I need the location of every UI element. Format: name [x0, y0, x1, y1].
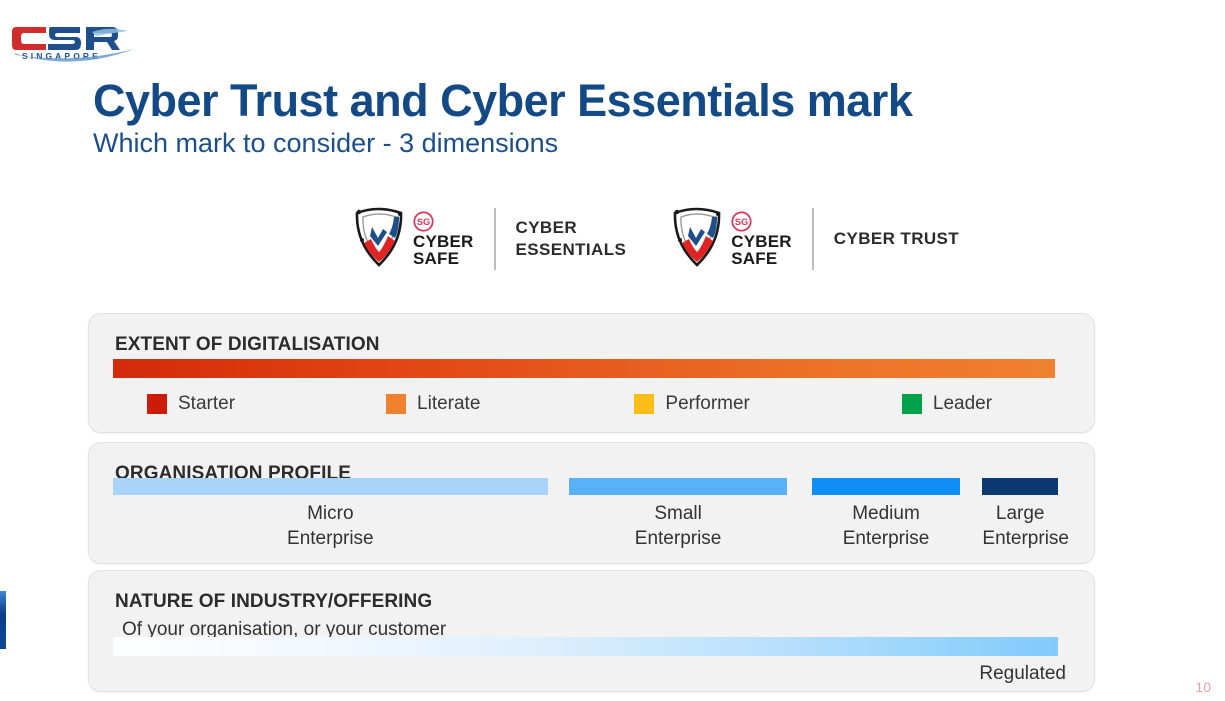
organisation-profile-label: Small Enterprise	[569, 501, 786, 551]
cyber-safe-shield-icon	[668, 203, 726, 275]
cyber-safe-line1: CYBER	[731, 231, 792, 251]
left-edge-accent-bar	[0, 591, 6, 649]
legend-swatch	[147, 394, 167, 414]
organisation-label-line1: Small	[654, 503, 702, 524]
sg-roundel-label: SG	[417, 217, 430, 227]
csa-singapore-logo: SINGAPORE	[8, 20, 140, 64]
organisation-profile-bar	[113, 478, 548, 495]
sg-roundel-icon: SG	[731, 211, 792, 233]
badge-divider	[811, 208, 814, 270]
legend-item: Starter	[147, 393, 235, 415]
cyber-safe-mark: SG CYBER SAFE	[350, 203, 474, 275]
cyber-safe-line2: SAFE	[413, 249, 460, 268]
title-block: Cyber Trust and Cyber Essentials mark Wh…	[93, 78, 1153, 159]
organisation-profile-labels: Micro Enterprise Small Enterprise Medium Ente…	[113, 501, 1069, 553]
panel-heading: EXTENT OF DIGITALISATION	[115, 334, 380, 355]
organisation-label-line2: Enterprise	[287, 528, 374, 550]
organisation-label-line2: Enterprise	[842, 528, 930, 550]
legend-label: Leader	[932, 393, 993, 414]
scheme-name-cyber-trust: CYBER TRUST	[833, 229, 960, 249]
page-title: Cyber Trust and Cyber Essentials mark	[93, 75, 913, 126]
legend-label: Literate	[417, 393, 481, 414]
organisation-label-line2: Enterprise	[982, 528, 1069, 550]
organisation-label-line2: Enterprise	[634, 528, 722, 550]
panel-heading: NATURE OF INDUSTRY/OFFERING	[115, 591, 433, 612]
organisation-profile-bars	[113, 478, 1058, 495]
panel-nature-of-industry: NATURE OF INDUSTRY/OFFERING Of your orga…	[88, 570, 1095, 692]
panel-organisation-profile: ORGANISATION PROFILE Micro Enterprise Smal…	[88, 442, 1095, 564]
legend-swatch	[634, 394, 655, 414]
badge-cyber-essentials: SG CYBER SAFE CYBER ESSENTIALS	[350, 203, 626, 275]
cyber-safe-line1: CYBER	[413, 231, 474, 251]
scheme-name-cyber-essentials: CYBER ESSENTIALS	[515, 218, 627, 259]
organisation-profile-label: Medium Enterprise	[812, 501, 959, 551]
legend-item: Performer	[634, 393, 750, 415]
organisation-profile-label: Micro Enterprise	[113, 501, 548, 551]
organisation-profile-bar	[812, 478, 960, 495]
industry-regulated-label: Regulated	[979, 663, 1066, 684]
organisation-label-line1: Micro	[307, 503, 354, 524]
legend-label: Performer	[665, 393, 750, 414]
panel-extent-of-digitalisation: EXTENT OF DIGITALISATION Starter Literate…	[88, 313, 1095, 433]
legend-swatch	[386, 394, 407, 414]
digitalisation-gradient-bar	[113, 359, 1055, 378]
cyber-safe-shield-icon	[350, 203, 408, 275]
sg-roundel-icon: SG	[413, 211, 474, 233]
badge-cyber-trust: SG CYBER SAFE CYBER TRUST	[668, 203, 959, 275]
cyber-safe-mark: SG CYBER SAFE	[668, 203, 792, 275]
organisation-profile-label: Large Enterprise	[982, 501, 1069, 551]
digitalisation-legend: Starter Literate Performer Leader	[147, 393, 1067, 415]
cyber-safe-line2: SAFE	[731, 249, 778, 268]
badge-divider	[493, 208, 496, 270]
page-number: 10	[1195, 679, 1211, 695]
industry-gradient-bar	[113, 637, 1058, 656]
cyber-safe-wordmark: SG CYBER SAFE	[731, 211, 792, 268]
certification-badge-row: SG CYBER SAFE CYBER ESSENTIALS SG CYBER …	[350, 203, 959, 275]
organisation-profile-bar	[569, 478, 787, 495]
legend-item: Leader	[901, 393, 993, 415]
organisation-label-line1: Large	[995, 503, 1045, 524]
legend-item: Literate	[386, 393, 480, 415]
cyber-safe-wordmark: SG CYBER SAFE	[413, 211, 474, 268]
legend-swatch	[901, 394, 922, 414]
organisation-profile-bar	[982, 478, 1058, 495]
organisation-label-line1: Medium	[852, 503, 920, 524]
legend-label: Starter	[178, 393, 236, 414]
sg-roundel-label: SG	[735, 217, 748, 227]
page-subtitle: Which mark to consider - 3 dimensions	[93, 127, 559, 158]
